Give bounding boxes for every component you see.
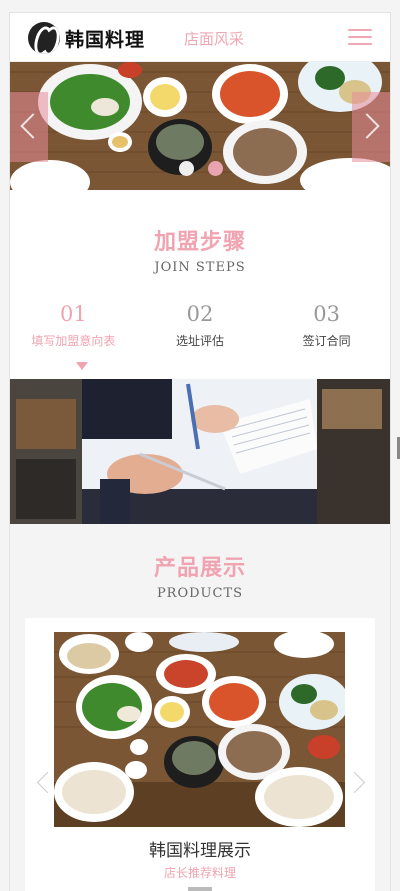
step-number: 03 bbox=[313, 302, 340, 326]
step-item-2[interactable]: 02 选址评估 bbox=[137, 302, 264, 349]
bottom-handle bbox=[188, 887, 212, 891]
product-image bbox=[54, 632, 345, 827]
banner-dot-1[interactable] bbox=[179, 161, 194, 176]
logo[interactable]: 韩国料理 bbox=[28, 22, 145, 54]
step-item-1[interactable]: 01 填写加盟意向表 bbox=[10, 302, 137, 349]
step-label: 选址评估 bbox=[175, 334, 224, 348]
step-number: 02 bbox=[186, 302, 214, 326]
step-label: 签订合同 bbox=[302, 334, 351, 348]
banner-carousel[interactable] bbox=[10, 62, 390, 190]
hamburger-menu-icon[interactable] bbox=[348, 29, 372, 47]
active-step-indicator-icon bbox=[76, 362, 88, 370]
step-item-3[interactable]: 03 签订合同 bbox=[263, 302, 390, 349]
join-steps-title: 加盟步骤 bbox=[153, 230, 246, 255]
steps-list: 01 填写加盟意向表 02 选址评估 03 签订合同 bbox=[10, 302, 390, 349]
product-card[interactable]: 韩国料理展示 店长推荐料理 bbox=[25, 618, 375, 891]
contract-image bbox=[10, 379, 390, 524]
step-number: 01 bbox=[59, 302, 87, 326]
logo-icon bbox=[28, 22, 60, 54]
nav-title[interactable]: 店面风采 bbox=[184, 28, 244, 49]
header: 韩国料理 店面风采 bbox=[10, 13, 390, 62]
product-next-button[interactable] bbox=[349, 768, 367, 798]
join-steps-section: 加盟步骤 JOIN STEPS 01 填写加盟意向表 02 选址评估 03 签订… bbox=[10, 202, 390, 379]
banner-dot-2[interactable] bbox=[208, 161, 223, 176]
product-name: 韩国料理展示 bbox=[149, 841, 251, 861]
banner-next-button[interactable] bbox=[352, 92, 390, 162]
product-prev-button[interactable] bbox=[35, 768, 53, 798]
step-label: 填写加盟意向表 bbox=[31, 334, 116, 348]
products-subtitle: PRODUCTS bbox=[156, 586, 244, 601]
logo-text: 韩国料理 bbox=[65, 28, 146, 51]
page: 韩国料理 店面风采 加盟步骤 JOIN STEPS 01 填写加盟意向表 02 … bbox=[9, 12, 391, 891]
products-title: 产品展示 bbox=[153, 556, 246, 581]
products-section: 产品展示 PRODUCTS 韩国料理展示 店长推荐料理 bbox=[10, 524, 390, 891]
banner-pagination bbox=[179, 161, 223, 176]
product-subtitle: 店长推荐料理 bbox=[163, 866, 236, 880]
join-steps-subtitle: JOIN STEPS bbox=[154, 260, 246, 275]
banner-prev-button[interactable] bbox=[10, 92, 48, 162]
